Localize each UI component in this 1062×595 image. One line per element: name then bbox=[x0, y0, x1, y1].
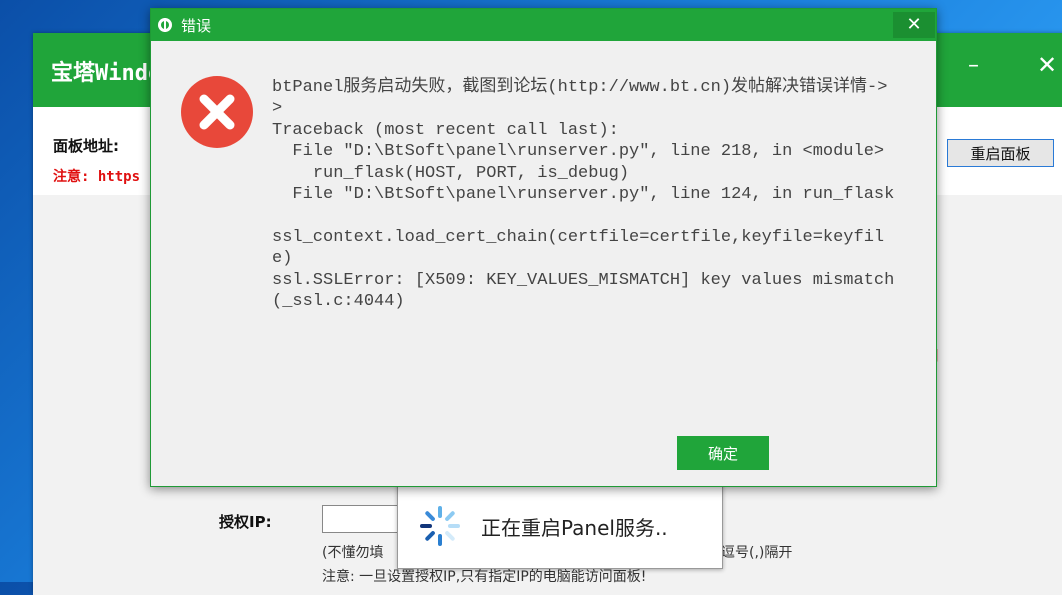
close-icon: ✕ bbox=[906, 14, 922, 35]
error-x-icon bbox=[181, 76, 253, 148]
app-icon bbox=[158, 18, 172, 32]
auth-ip-label: 授权IP: bbox=[219, 513, 272, 531]
error-dialog: 错误 ✕ btPanel服务启动失败，截图到论坛(http://www.bt.c… bbox=[150, 8, 937, 487]
spinner-icon bbox=[420, 506, 460, 546]
loading-text: 正在重启Panel服务.. bbox=[481, 516, 668, 540]
minimize-icon[interactable]: – bbox=[968, 53, 979, 78]
error-message: btPanel服务启动失败，截图到论坛(http://www.bt.cn)发帖解… bbox=[272, 78, 895, 312]
dialog-close-button[interactable]: ✕ bbox=[893, 12, 935, 38]
dialog-titlebar[interactable]: 错误 ✕ bbox=[151, 9, 936, 41]
auth-ip-notice: 注意: 一旦设置授权IP,只有指定IP的电脑能访问面板! bbox=[322, 569, 647, 585]
auth-ip-hint-end: 逗号(,)隔开 bbox=[721, 545, 793, 561]
auth-ip-hint-start: (不懂勿填 bbox=[322, 545, 384, 561]
ok-button[interactable]: 确定 bbox=[677, 436, 769, 470]
https-notice: 注意: https bbox=[53, 169, 141, 185]
dialog-title: 错误 bbox=[181, 17, 212, 35]
restart-panel-button[interactable]: 重启面板 bbox=[947, 139, 1054, 167]
panel-address-label: 面板地址: bbox=[53, 137, 119, 155]
close-icon[interactable]: ✕ bbox=[1037, 51, 1057, 79]
loading-toast: 正在重启Panel服务.. bbox=[397, 483, 723, 569]
